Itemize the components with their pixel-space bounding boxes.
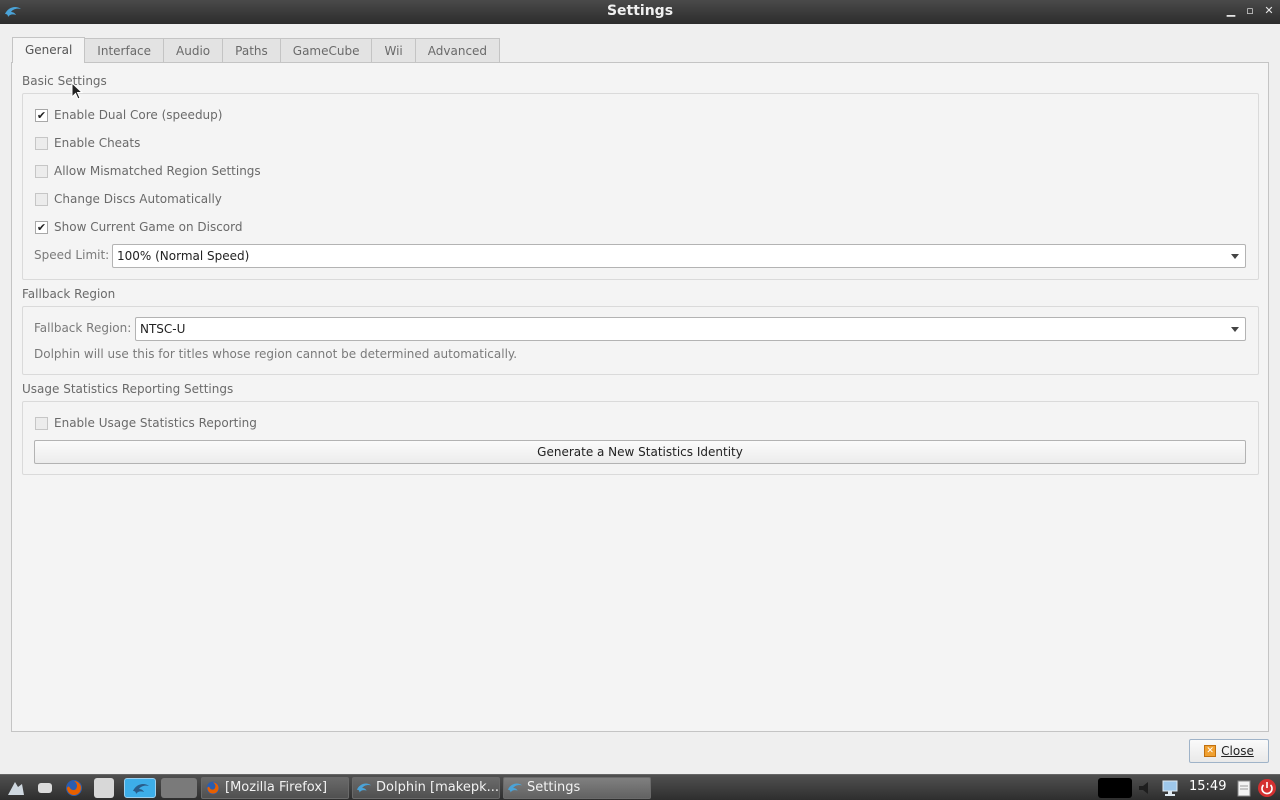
window-title: Settings <box>606 3 674 19</box>
show-desktop-icon[interactable] <box>38 783 52 793</box>
fallback-region-value: NTSC-U <box>140 322 186 336</box>
file-manager-icon[interactable] <box>94 778 114 798</box>
taskbar-item-label: Dolphin [makepk... <box>376 780 499 795</box>
dual-core-checkbox-row[interactable]: ✔ Enable Dual Core (speedup) <box>35 107 222 123</box>
minimize-button[interactable]: ▁ <box>1224 4 1238 18</box>
dolphin-launcher-icon[interactable] <box>124 778 156 798</box>
clock: 15:49 <box>1189 779 1227 794</box>
settings-dialog: General Interface Audio Paths GameCube W… <box>0 24 1280 774</box>
dual-core-checkbox[interactable]: ✔ <box>35 108 48 122</box>
workspace-switcher[interactable] <box>161 778 197 798</box>
tab-bar: General Interface Audio Paths GameCube W… <box>12 37 501 63</box>
fallback-region-select[interactable]: NTSC-U <box>135 317 1246 341</box>
cheats-label: Enable Cheats <box>54 136 141 150</box>
tab-interface[interactable]: Interface <box>84 38 165 63</box>
tab-wii[interactable]: Wii <box>371 38 416 63</box>
clipboard-icon[interactable] <box>1234 778 1254 798</box>
dolphin-icon <box>507 783 523 793</box>
change-discs-checkbox[interactable] <box>35 192 48 206</box>
mismatched-region-checkbox-row[interactable]: Allow Mismatched Region Settings <box>35 163 261 179</box>
firefox-icon <box>206 781 220 795</box>
taskbar-item-label: Settings <box>527 780 581 795</box>
speed-limit-label: Speed Limit: <box>34 248 110 262</box>
chevron-down-icon <box>1231 327 1239 332</box>
window-close-button[interactable]: ✕ <box>1262 4 1276 18</box>
system-monitor-icon <box>1098 778 1132 798</box>
discord-label: Show Current Game on Discord <box>54 220 243 234</box>
change-discs-checkbox-row[interactable]: Change Discs Automatically <box>35 191 222 207</box>
usage-stats-title: Usage Statistics Reporting Settings <box>22 382 234 396</box>
tab-advanced[interactable]: Advanced <box>414 38 501 63</box>
change-discs-label: Change Discs Automatically <box>54 192 222 206</box>
usage-stats-checkbox[interactable] <box>35 416 48 430</box>
dolphin-icon <box>356 783 372 793</box>
volume-icon[interactable] <box>1136 778 1156 798</box>
generate-identity-button[interactable]: Generate a New Statistics Identity <box>34 440 1246 464</box>
fallback-region-label: Fallback Region: <box>34 321 132 335</box>
close-button[interactable]: ✕ Close <box>1189 739 1269 763</box>
mouse-cursor-icon <box>71 82 83 100</box>
cheats-checkbox-row[interactable]: Enable Cheats <box>35 135 140 151</box>
dual-core-label: Enable Dual Core (speedup) <box>54 108 223 122</box>
basic-settings-title: Basic Settings <box>22 74 107 88</box>
maximize-button[interactable]: ▫ <box>1243 4 1257 18</box>
tab-gamecube[interactable]: GameCube <box>279 38 373 63</box>
discord-checkbox-row[interactable]: ✔ Show Current Game on Discord <box>35 219 242 235</box>
close-button-label: Close <box>1221 744 1254 758</box>
taskbar-item-dolphin[interactable]: Dolphin [makepk... <box>352 777 500 799</box>
tab-general[interactable]: General <box>12 37 86 63</box>
power-icon[interactable] <box>1257 778 1277 798</box>
chevron-down-icon <box>1231 254 1239 259</box>
usage-stats-checkbox-row[interactable]: Enable Usage Statistics Reporting <box>35 415 257 431</box>
tab-audio[interactable]: Audio <box>163 38 224 63</box>
tab-paths[interactable]: Paths <box>222 38 281 63</box>
network-icon[interactable] <box>1160 778 1180 798</box>
taskbar-item-label: [Mozilla Firefox] <box>225 780 328 795</box>
mismatched-region-label: Allow Mismatched Region Settings <box>54 164 261 178</box>
cheats-checkbox[interactable] <box>35 136 48 150</box>
firefox-icon[interactable] <box>64 778 84 798</box>
dolphin-icon <box>133 783 149 794</box>
speed-limit-value: 100% (Normal Speed) <box>117 249 250 263</box>
speed-limit-select[interactable]: 100% (Normal Speed) <box>112 244 1246 268</box>
close-icon: ✕ <box>1204 745 1217 757</box>
start-menu-icon[interactable] <box>6 778 26 798</box>
mismatched-region-checkbox[interactable] <box>35 164 48 178</box>
taskbar: [Mozilla Firefox] Dolphin [makepk... Set… <box>0 774 1280 800</box>
taskbar-item-firefox[interactable]: [Mozilla Firefox] <box>201 777 349 799</box>
fallback-region-hint: Dolphin will use this for titles whose r… <box>34 347 518 361</box>
usage-stats-label: Enable Usage Statistics Reporting <box>54 416 257 430</box>
taskbar-item-settings[interactable]: Settings <box>503 777 651 799</box>
fallback-region-title: Fallback Region <box>22 287 116 301</box>
window-titlebar[interactable]: Settings ▁ ▫ ✕ <box>0 0 1280 24</box>
discord-checkbox[interactable]: ✔ <box>35 220 48 234</box>
general-tab-panel: Basic Settings ✔ Enable Dual Core (speed… <box>11 62 1269 732</box>
